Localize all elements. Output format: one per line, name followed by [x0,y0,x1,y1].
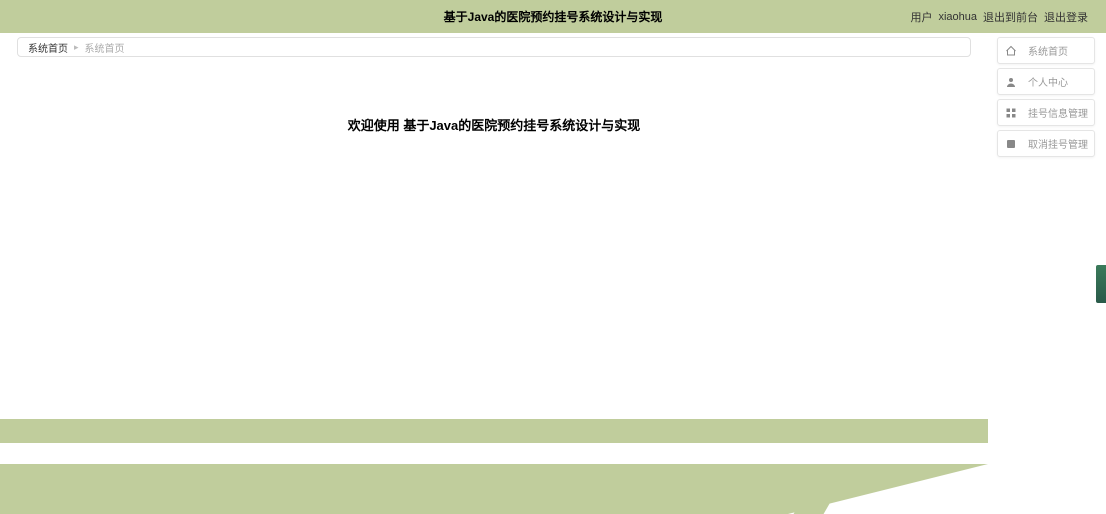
footer-top-band [0,419,988,443]
breadcrumb: 系统首页 ▸ 系统首页 [17,37,971,57]
sidebar-item-register-info[interactable]: 挂号信息管理 [997,99,1095,126]
scroll-indicator[interactable] [1096,265,1106,303]
header-bar: 基于Java的医院预约挂号系统设计与实现 用户 xiaohua 退出到前台 退出… [0,0,1106,33]
app-title: 基于Java的医院预约挂号系统设计与实现 [444,8,663,25]
breadcrumb-separator: ▸ [74,42,79,53]
back-to-front-link[interactable]: 退出到前台 [983,9,1038,25]
breadcrumb-home[interactable]: 系统首页 [28,40,68,55]
logout-link[interactable]: 退出登录 [1044,9,1088,25]
welcome-message: 欢迎使用 基于Java的医院预约挂号系统设计与实现 [17,115,971,134]
cancel-icon [1004,137,1018,151]
sidebar-item-label: 个人中心 [1028,74,1068,89]
sidebar-item-label: 取消挂号管理 [1028,136,1088,151]
header-user-area: 用户 xiaohua 退出到前台 退出登录 [910,9,1088,25]
sidebar-item-profile[interactable]: 个人中心 [997,68,1095,95]
breadcrumb-current: 系统首页 [85,40,125,55]
sidebar-item-home[interactable]: 系统首页 [997,37,1095,64]
sidebar-item-label: 系统首页 [1028,43,1068,58]
home-icon [1004,44,1018,58]
user-prefix: 用户 [910,9,932,25]
username-link[interactable]: xiaohua [938,11,977,23]
grid-icon [1004,106,1018,120]
footer-decoration [0,419,988,514]
sidebar-item-label: 挂号信息管理 [1028,105,1088,120]
user-icon [1004,75,1018,89]
footer-bottom-band [0,464,988,514]
sidebar-nav: 系统首页 个人中心 挂号信息管理 取消挂号管理 [997,37,1095,161]
sidebar-item-cancel-register[interactable]: 取消挂号管理 [997,130,1095,157]
